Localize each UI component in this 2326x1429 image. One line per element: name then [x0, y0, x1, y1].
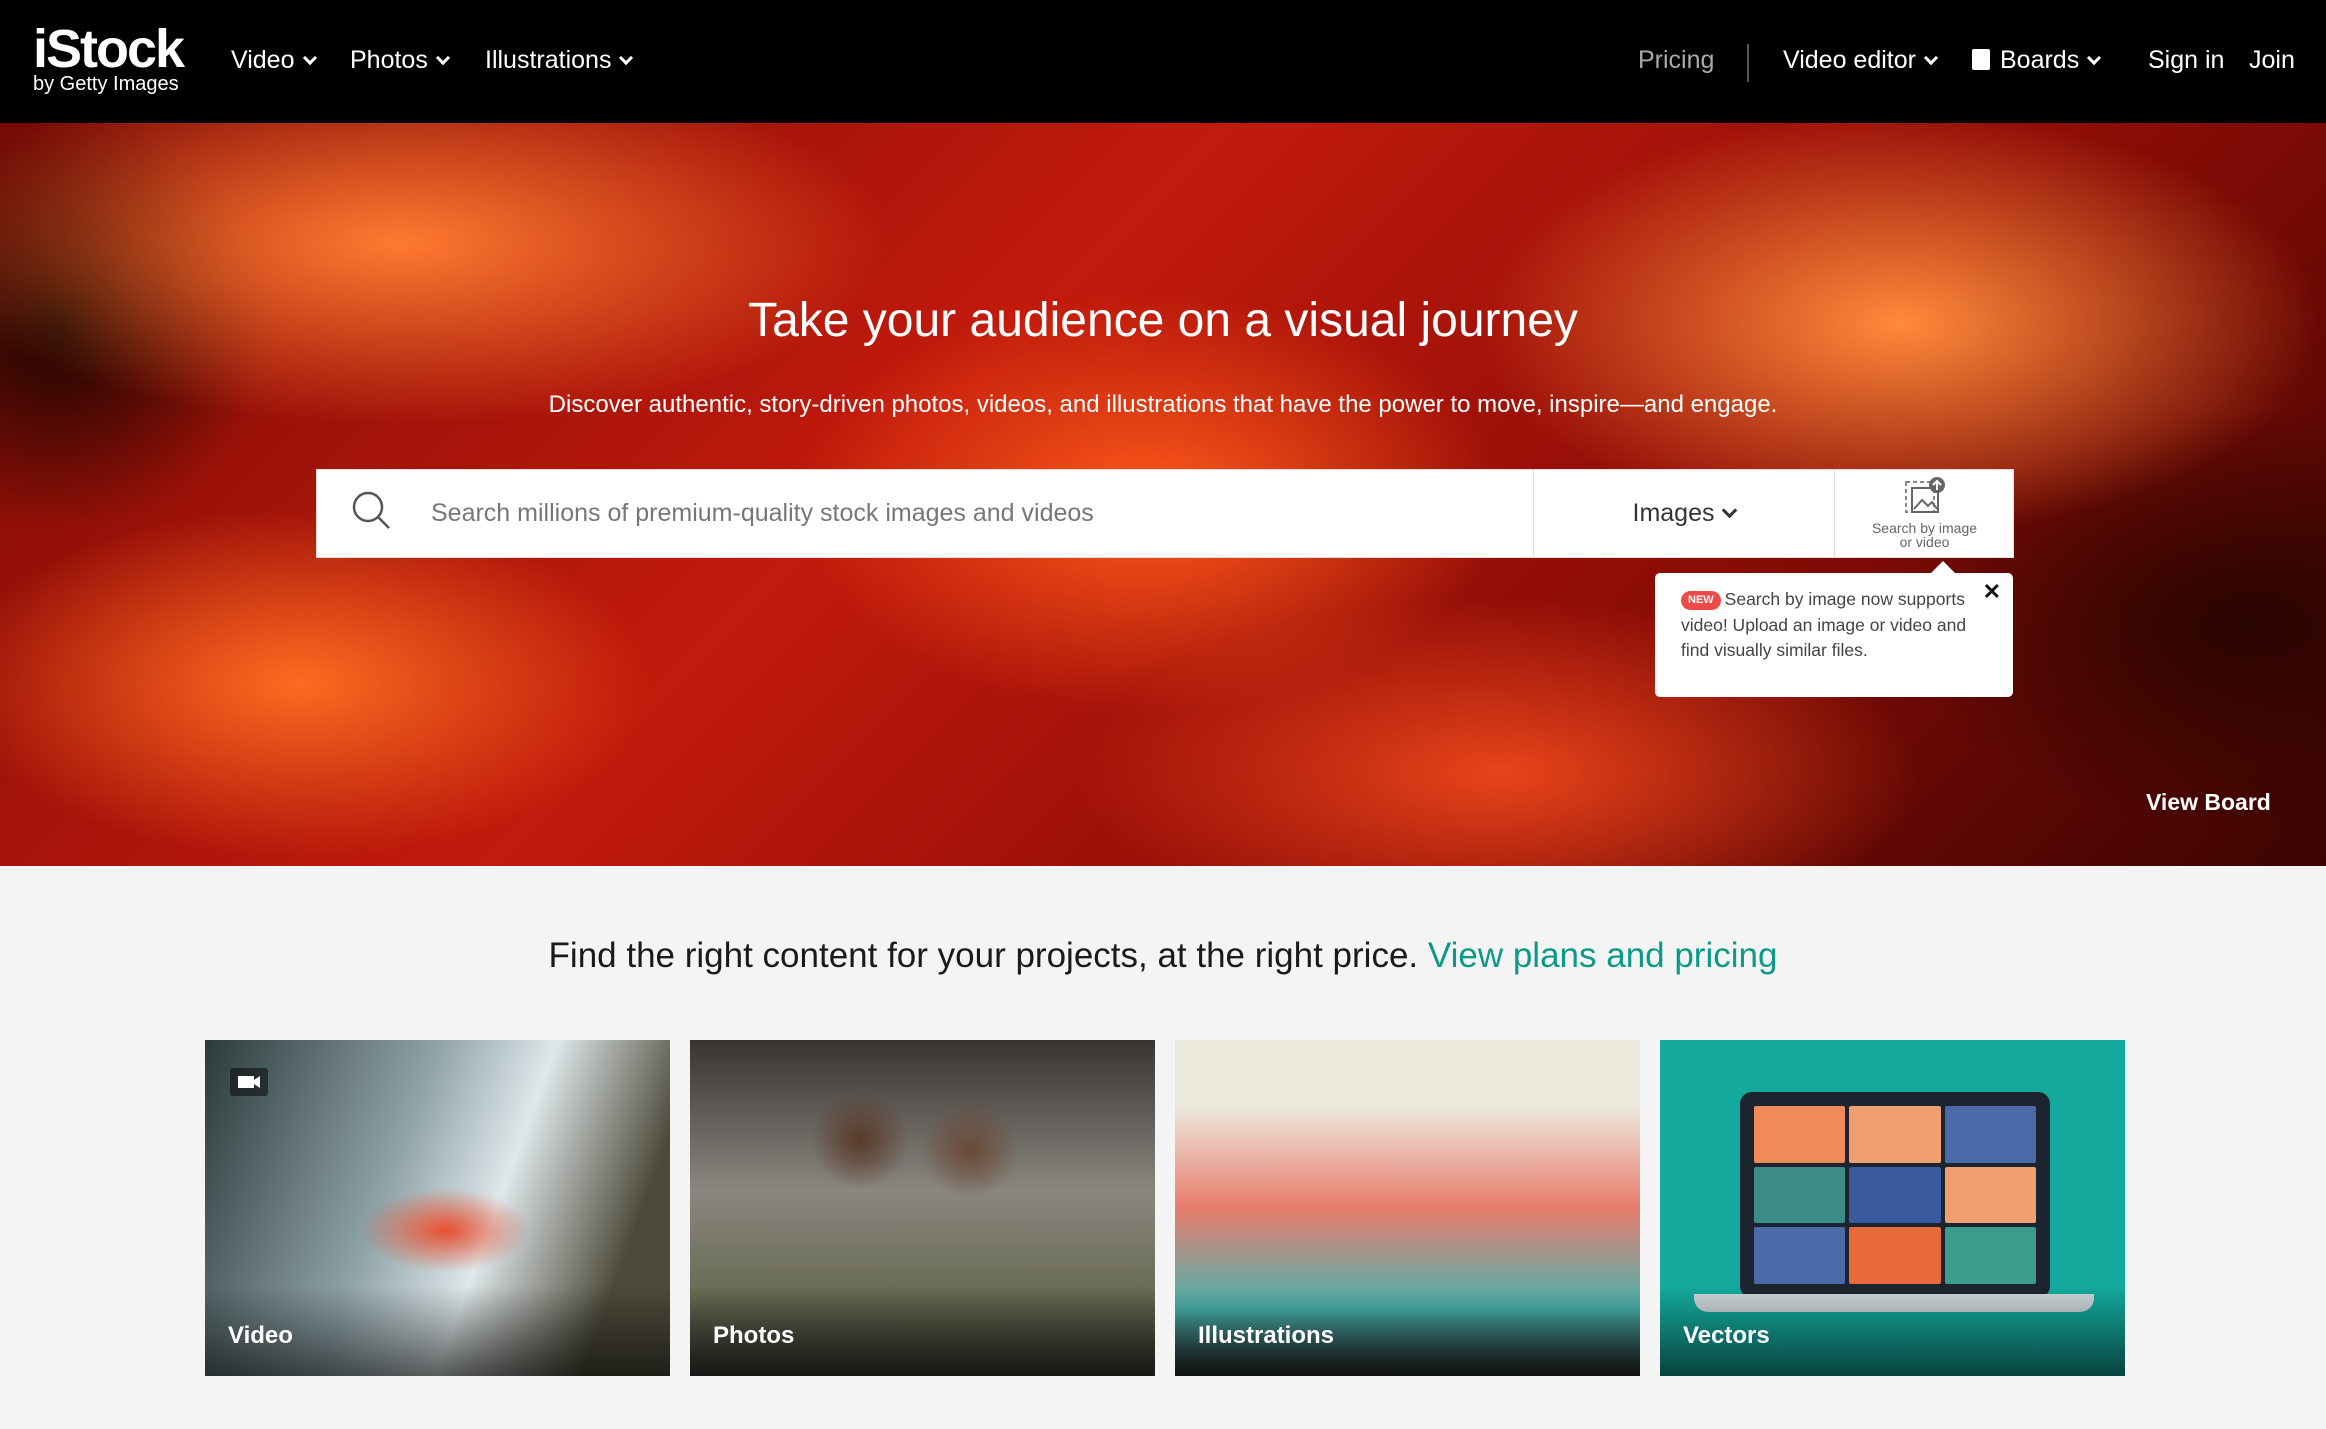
search-input[interactable] — [431, 470, 1431, 557]
tooltip-text: Search by image now supports video! Uplo… — [1681, 589, 1967, 660]
hero-title: Take your audience on a visual journey — [748, 294, 1578, 347]
logo-subtext: by Getty Images — [33, 73, 179, 95]
category-card-photos[interactable]: Photos — [690, 1040, 1155, 1376]
tagline-text: Find the right content for your projects… — [548, 936, 1428, 975]
card-label: Photos — [713, 1322, 795, 1349]
hero-subtitle: Discover authentic, story-driven photos,… — [548, 391, 1778, 418]
view-plans-link[interactable]: View plans and pricing — [1428, 936, 1778, 975]
boards-icon — [1972, 49, 1990, 70]
nav-photos-menu[interactable]: Photos — [350, 46, 450, 75]
nav-video-menu[interactable]: Video — [231, 46, 317, 75]
join-link[interactable]: Join — [2249, 46, 2295, 75]
nav-illustrations-menu[interactable]: Illustrations — [485, 46, 634, 75]
chevron-down-icon — [435, 50, 450, 66]
category-card-video[interactable]: Video — [205, 1040, 670, 1376]
card-label: Vectors — [1683, 1322, 1770, 1349]
card-label: Video — [228, 1322, 293, 1349]
video-camera-icon — [230, 1068, 268, 1096]
istock-logo[interactable]: iStock by Getty Images — [33, 19, 185, 95]
chevron-down-icon — [1722, 502, 1738, 519]
logo-text: iStock — [33, 19, 185, 79]
boards-label: Boards — [2000, 46, 2080, 74]
nav-photos-label: Photos — [350, 46, 428, 74]
video-editor-menu[interactable]: Video editor — [1783, 46, 1939, 75]
nav-divider — [1747, 44, 1749, 82]
chevron-down-icon — [1923, 50, 1939, 66]
new-feature-tooltip: NEW Search by image now supports video! U… — [1655, 561, 2013, 697]
image-upload-icon — [1904, 477, 1945, 513]
nav-illustrations-label: Illustrations — [485, 46, 612, 74]
category-card-illustrations[interactable]: Illustrations — [1175, 1040, 1640, 1376]
search-by-image-label-2: or video — [1899, 534, 1950, 550]
search-by-image-label: Search by image — [1871, 520, 1978, 536]
hero-banner: Take your audience on a visual journey D… — [0, 123, 2326, 866]
top-nav: iStock by Getty Images Video Photos Illu… — [0, 0, 2326, 123]
nav-video-label: Video — [231, 46, 295, 74]
media-type-select[interactable]: Images — [1533, 470, 1834, 557]
pricing-link[interactable]: Pricing — [1638, 46, 1714, 75]
search-icon — [352, 491, 390, 529]
card-label: Illustrations — [1198, 1322, 1335, 1349]
media-type-label: Images — [1632, 499, 1715, 527]
boards-menu[interactable]: Boards — [1972, 46, 2102, 75]
chevron-down-icon — [2087, 50, 2102, 66]
search-by-image-button[interactable]: Search by image or video — [1834, 470, 2014, 557]
chevron-down-icon — [619, 50, 634, 66]
category-card-vectors[interactable]: Vectors — [1660, 1040, 2125, 1376]
pricing-tagline: Find the right content for your projects… — [0, 936, 2326, 976]
view-board-link[interactable]: View Board — [2146, 789, 2271, 816]
laptop-illustration — [1740, 1092, 2050, 1298]
new-badge: NEW — [1681, 591, 1721, 610]
search-bar: Images Search by image or video — [316, 469, 2014, 558]
chevron-down-icon — [302, 50, 317, 66]
video-editor-label: Video editor — [1783, 46, 1916, 74]
close-icon[interactable]: ✕ — [1983, 579, 2001, 605]
sign-in-link[interactable]: Sign in — [2148, 46, 2224, 75]
